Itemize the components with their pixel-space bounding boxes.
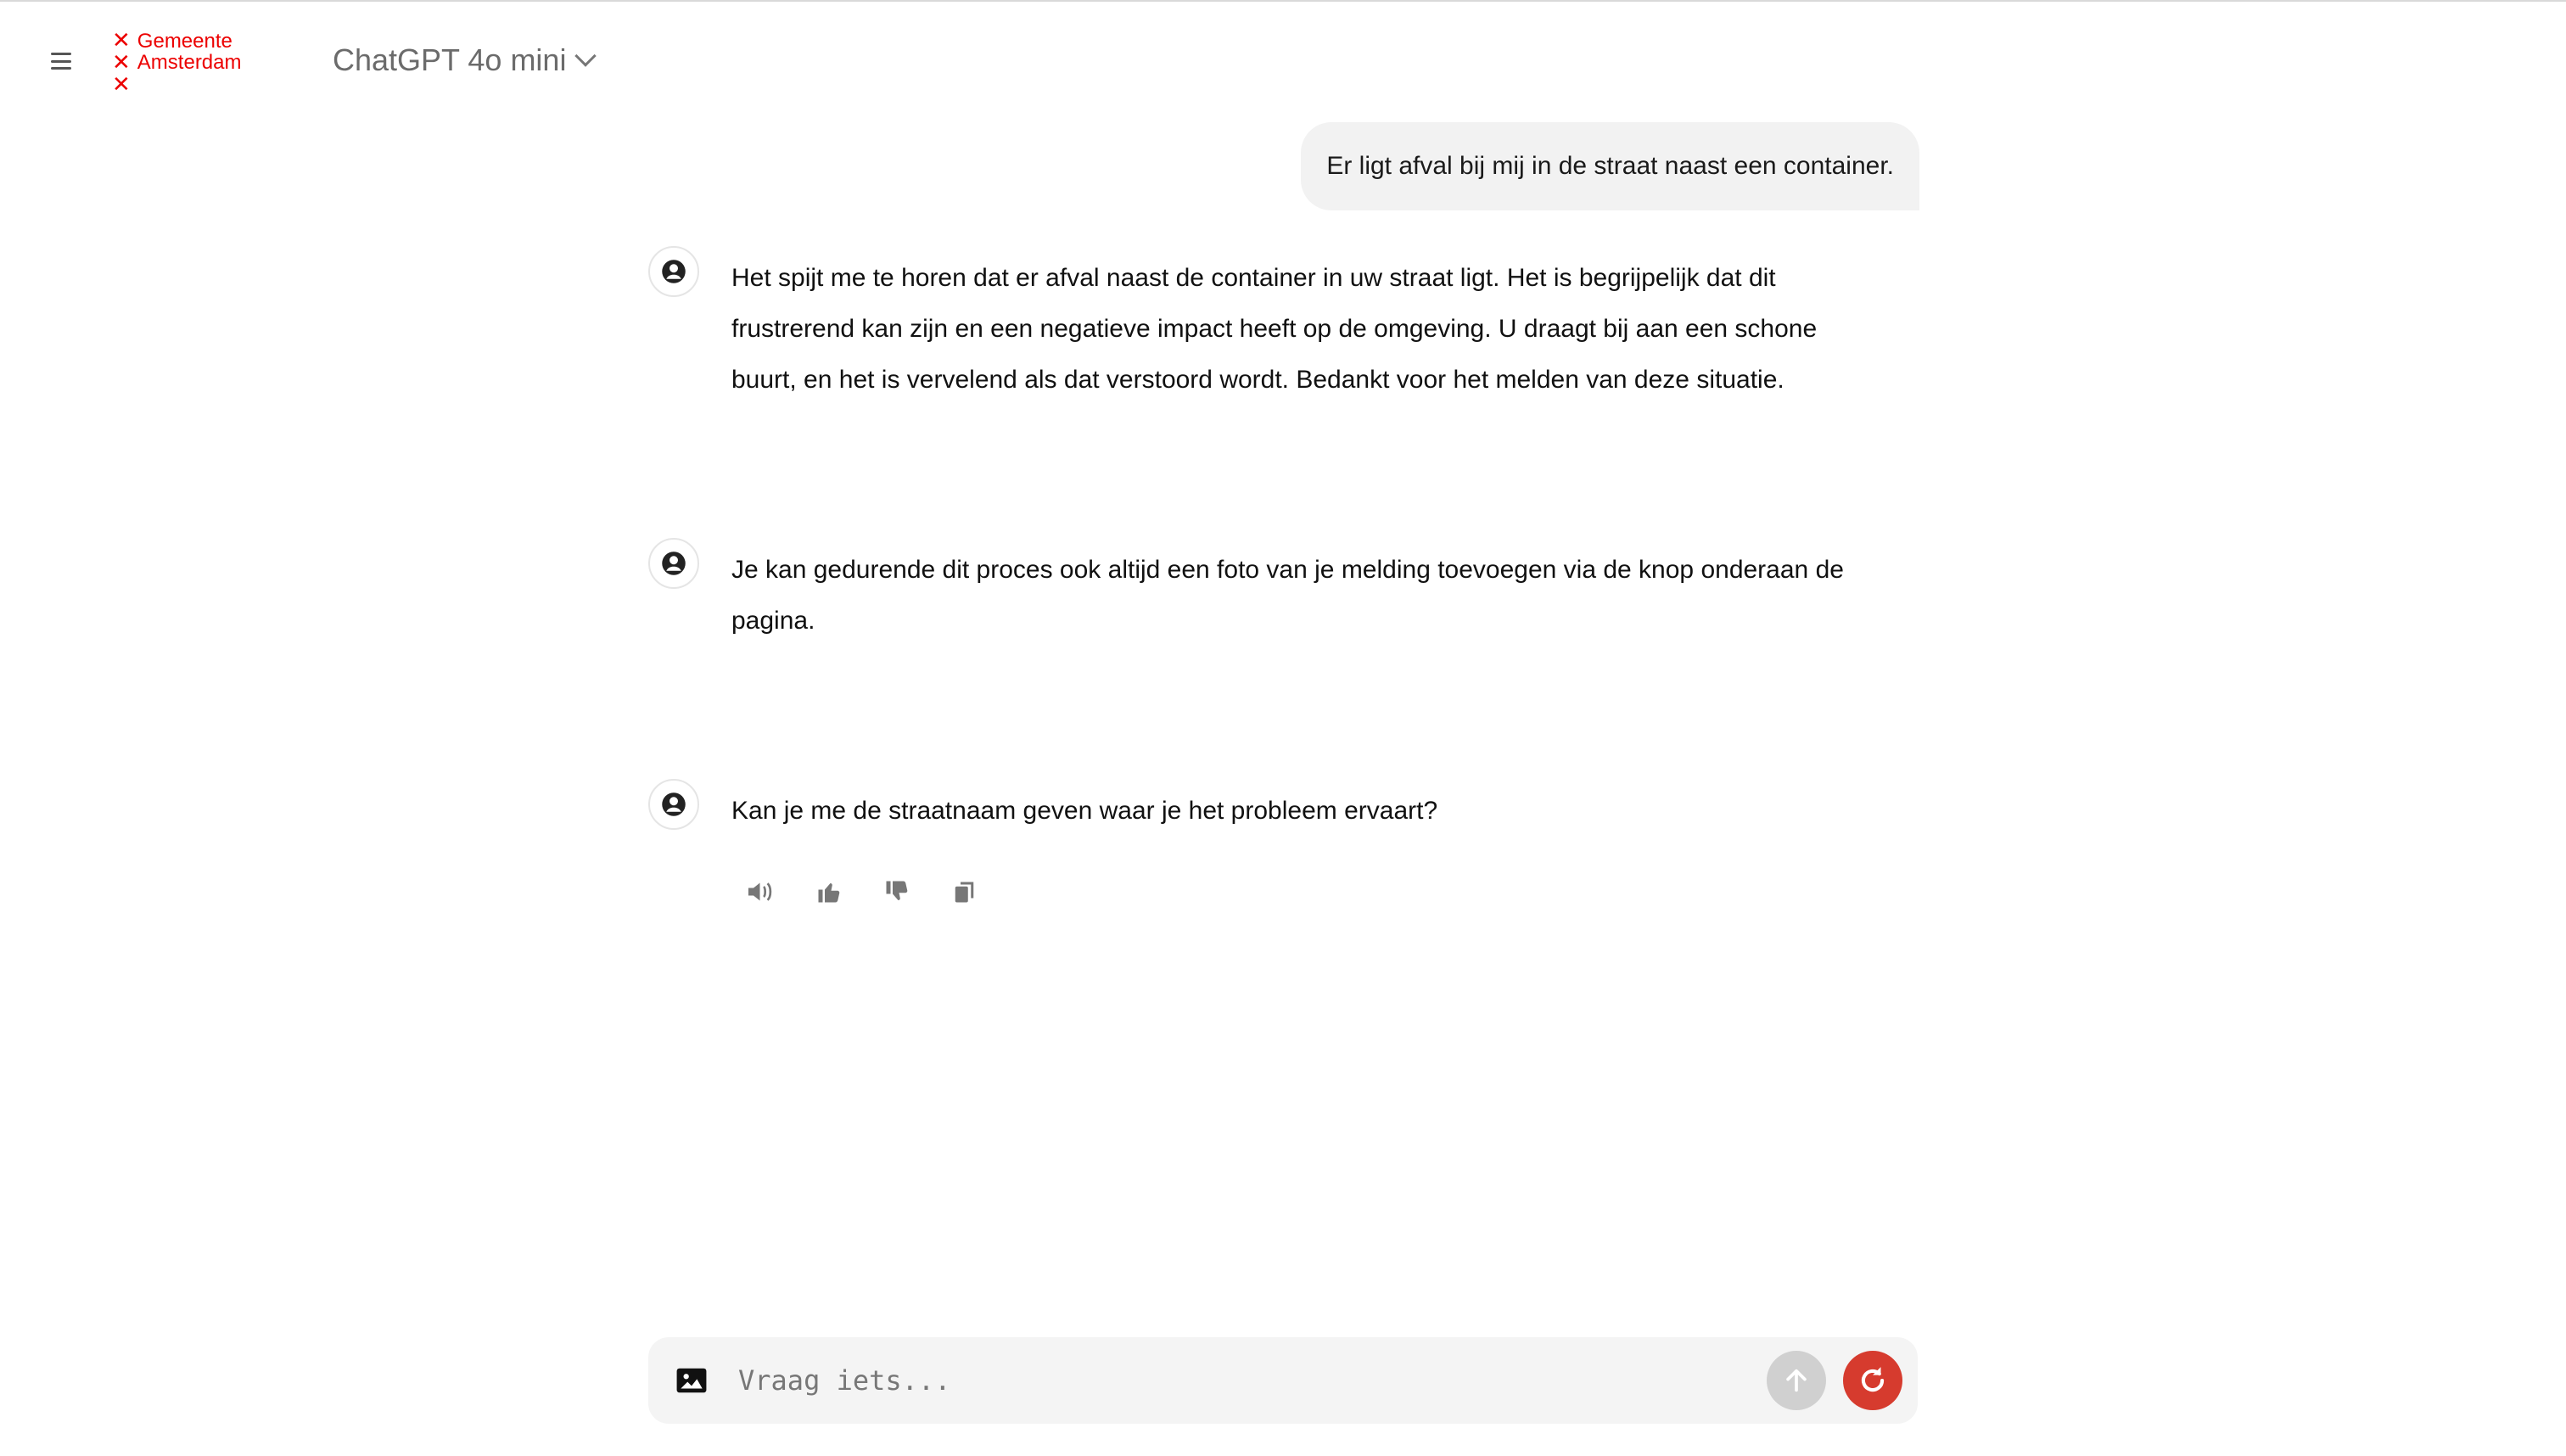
send-button[interactable] <box>1767 1351 1826 1410</box>
speaker-icon <box>748 882 772 901</box>
assistant-message-text: Het spijt me te horen dat er afval naast… <box>731 264 1818 394</box>
logo-line-1: Gemeente <box>137 30 233 53</box>
image-icon <box>676 1368 707 1393</box>
message-composer <box>648 1337 1918 1424</box>
upload-image-button[interactable] <box>675 1364 708 1397</box>
chat-page: ✕ ✕ ✕ Gemeente Amsterdam ChatGPT 4o mini E… <box>0 0 2566 1456</box>
message-actions <box>745 876 981 908</box>
thumbs-down-button[interactable] <box>881 876 913 908</box>
amsterdam-cross-icon: ✕ ✕ ✕ <box>112 28 131 98</box>
restart-button[interactable] <box>1843 1351 1902 1410</box>
logo-line-2: Amsterdam <box>137 51 242 74</box>
gemeente-amsterdam-logo[interactable]: ✕ ✕ ✕ Gemeente Amsterdam <box>112 28 242 98</box>
arrow-up-icon <box>1786 1369 1807 1392</box>
menu-button[interactable] <box>48 49 75 73</box>
assistant-avatar-icon <box>648 538 699 589</box>
thumbs-up-icon <box>818 883 840 903</box>
assistant-message-text: Je kan gedurende dit proces ook altijd e… <box>731 556 1844 635</box>
copy-button[interactable] <box>949 876 981 908</box>
assistant-message-text: Kan je me de straatnaam geven waar je he… <box>731 797 1438 825</box>
thumbs-up-button[interactable] <box>813 876 845 908</box>
hamburger-icon <box>51 53 71 55</box>
model-selector[interactable]: ChatGPT 4o mini <box>333 42 597 78</box>
refresh-icon <box>1861 1367 1885 1392</box>
message-input[interactable] <box>738 1354 1544 1407</box>
read-aloud-button[interactable] <box>745 876 777 908</box>
user-message: Er ligt afval bij mij in de straat naast… <box>1301 122 1919 210</box>
assistant-avatar-icon <box>648 779 699 830</box>
model-label: ChatGPT 4o mini <box>333 42 567 77</box>
chevron-down-icon <box>574 45 597 67</box>
thumbs-down-icon <box>886 881 908 900</box>
assistant-avatar-icon <box>648 246 699 297</box>
copy-icon <box>955 882 974 903</box>
